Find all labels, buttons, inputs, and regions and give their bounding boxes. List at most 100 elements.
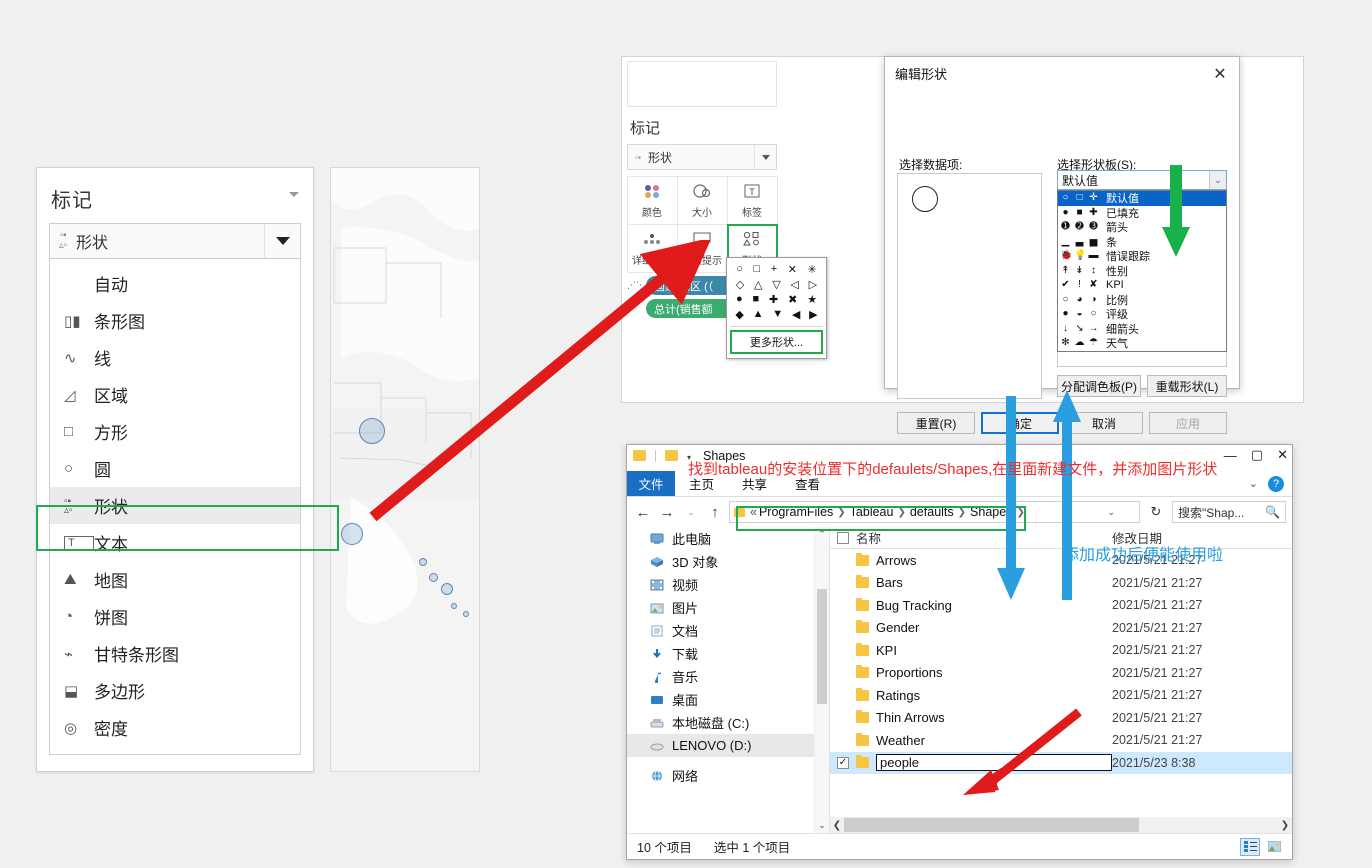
reload-shapes-button[interactable]: 重载形状(L) <box>1147 375 1227 397</box>
tree-item-local-disk-c[interactable]: 本地磁盘 (C:) <box>627 711 829 734</box>
ribbon-tab-share[interactable]: 共享 <box>728 471 781 496</box>
chevron-down-icon[interactable] <box>289 192 299 197</box>
scroll-thumb[interactable] <box>817 589 827 704</box>
shape-row[interactable]: ○ □ + ✕ ✳ <box>727 262 826 277</box>
chevron-down-icon[interactable]: ⌄ <box>1209 171 1226 189</box>
shape-plus-icon[interactable]: + <box>771 263 777 276</box>
table-row[interactable]: Weather 2021/5/21 21:27 <box>830 729 1292 752</box>
shape-asterisk-icon[interactable]: ✳ <box>808 263 817 276</box>
shape-row[interactable]: ◆ ▲ ▼ ◀ ▶ <box>727 307 826 322</box>
shape-filled-plus-icon[interactable]: ✚ <box>769 293 778 306</box>
tree-scrollbar[interactable]: ⌃ ⌄ <box>814 527 829 833</box>
horizontal-scrollbar[interactable]: ❮ ❯ <box>830 817 1292 833</box>
table-row[interactable]: KPI 2021/5/21 21:27 <box>830 639 1292 662</box>
ribbon-tab-view[interactable]: 查看 <box>781 471 834 496</box>
assign-palette-button[interactable]: 分配调色板(P) <box>1057 375 1141 397</box>
palette-option-default[interactable]: ○ □ ✛ 默认值 <box>1058 191 1226 206</box>
breadcrumb[interactable]: « ProgramFiles ❯ Tableau ❯ defaults ❯ Sh… <box>729 501 1140 523</box>
select-arrow[interactable] <box>754 145 776 169</box>
scroll-right-icon[interactable]: ❯ <box>1278 820 1292 831</box>
palette-option-filled[interactable]: ● ■ ✚ 已填充 <box>1058 206 1226 221</box>
menu-item-density[interactable]: ◎ 密度 <box>50 709 300 746</box>
details-view-icon[interactable] <box>1240 837 1260 856</box>
large-icons-view-icon[interactable] <box>1264 838 1284 856</box>
tree-item-videos[interactable]: 视频 <box>627 573 829 596</box>
palette-option-bars[interactable]: ▁ ▃ ▅ 条 <box>1058 235 1226 250</box>
column-header-name[interactable]: 名称 <box>856 528 1112 547</box>
menu-item-pie[interactable]: ◔ 饼图 <box>50 598 300 635</box>
shape-diamond-icon[interactable]: ◇ <box>736 278 744 291</box>
shape-filled-circle-icon[interactable]: ● <box>736 293 743 306</box>
menu-item-shape[interactable]: ▫▪ ▵▫ 形状 <box>50 487 300 524</box>
palette-option-gender[interactable]: ↟ ↡ ↕ 性别 <box>1058 264 1226 279</box>
marks-tooltip-button[interactable]: 工具提示 <box>676 223 728 273</box>
shape-filled-triangle-right-icon[interactable]: ▶ <box>809 308 817 321</box>
shape-row[interactable]: ● ■ ✚ ✖ ★ <box>727 292 826 307</box>
tree-item-music[interactable]: 音乐 <box>627 665 829 688</box>
refresh-icon[interactable]: ↻ <box>1144 504 1168 520</box>
shape-triangle-up-icon[interactable]: △ <box>754 278 762 291</box>
data-item-circle-icon[interactable] <box>912 186 938 212</box>
menu-item-square[interactable]: □ 方形 <box>50 413 300 450</box>
shape-palette-dropdown-list[interactable]: ○ □ ✛ 默认值 ● ■ ✚ 已填充 ➊ ➋ ➌ 箭头 ▁ ▃ ▅ 条 🐞 💡… <box>1057 190 1227 352</box>
close-icon[interactable]: ✕ <box>1209 63 1231 85</box>
shape-filled-triangle-down-icon[interactable]: ▼ <box>772 308 783 321</box>
select-all-checkbox[interactable] <box>830 531 856 544</box>
search-input[interactable]: 搜索"Shap... 🔍 <box>1172 501 1286 523</box>
scroll-down-icon[interactable]: ⌄ <box>815 818 829 833</box>
shape-circle-icon[interactable]: ○ <box>736 263 743 276</box>
palette-option-proportions[interactable]: ○ ◕ ◑ 比例 <box>1058 293 1226 308</box>
minimize-icon[interactable]: — <box>1224 448 1237 463</box>
arrow-up-icon[interactable]: ↑ <box>705 504 725 521</box>
scroll-thumb[interactable] <box>844 818 1140 832</box>
arrow-left-icon[interactable]: ← <box>633 504 653 521</box>
chevron-right-icon[interactable]: ❯ <box>895 507 907 518</box>
tree-item-this-pc[interactable]: 此电脑 <box>627 527 829 550</box>
chevron-right-icon[interactable]: ❯ <box>1014 507 1026 518</box>
palette-option-weather[interactable]: ✻ ☁ ☂ 天气 <box>1058 336 1226 351</box>
tree-item-pictures[interactable]: 图片 <box>627 596 829 619</box>
shape-palette-combobox[interactable]: 默认值 ⌄ <box>1057 170 1227 190</box>
folder-icon[interactable] <box>665 450 678 461</box>
breadcrumb-item-programfiles[interactable]: ProgramFiles <box>759 505 833 519</box>
breadcrumb-item-tableau[interactable]: Tableau <box>850 505 894 519</box>
arrow-right-icon[interactable]: → <box>657 504 677 521</box>
ribbon-tab-home[interactable]: 主页 <box>675 471 728 496</box>
marks-detail-button[interactable]: 详细信息 <box>626 223 678 273</box>
shape-filled-triangle-up-icon[interactable]: ▲ <box>753 308 764 321</box>
reset-button[interactable]: 重置(R) <box>897 412 975 434</box>
tree-item-network[interactable]: 网络 <box>627 764 829 787</box>
chevron-down-icon[interactable]: ▾ <box>687 453 691 462</box>
menu-item-map[interactable]: ⛰ 地图 <box>50 561 300 598</box>
mark-type-select[interactable]: ▫▪ ▵▫ 形状 <box>49 223 301 259</box>
marks-label-button[interactable]: T 标签 <box>726 175 778 225</box>
breadcrumb-item-defaults[interactable]: defaults <box>910 505 954 519</box>
tree-item-downloads[interactable]: 下载 <box>627 642 829 665</box>
close-icon[interactable]: ✕ <box>1277 447 1288 463</box>
palette-option-arrows[interactable]: ➊ ➋ ➌ 箭头 <box>1058 220 1226 235</box>
table-row[interactable]: Ratings 2021/5/21 21:27 <box>830 684 1292 707</box>
chevron-right-icon[interactable]: ❯ <box>835 507 847 518</box>
tree-item-desktop[interactable]: 桌面 <box>627 688 829 711</box>
menu-item-bar[interactable]: ▯▮ 条形图 <box>50 302 300 339</box>
menu-item-line[interactable]: ∿ 线 <box>50 339 300 376</box>
tree-item-lenovo-d[interactable]: LENOVO (D:) <box>627 734 829 757</box>
menu-item-text[interactable]: T 文本 <box>50 524 300 561</box>
file-name-edit-field[interactable]: people <box>876 754 1112 772</box>
ok-button[interactable]: 确定 <box>981 412 1059 434</box>
table-row[interactable]: Gender 2021/5/21 21:27 <box>830 617 1292 640</box>
marks-size-button[interactable]: 大小 <box>676 175 728 225</box>
folder-icon[interactable] <box>633 450 646 461</box>
table-row[interactable]: Thin Arrows 2021/5/21 21:27 <box>830 707 1292 730</box>
shape-filled-square-icon[interactable]: ■ <box>752 293 759 306</box>
menu-item-circle[interactable]: ○ 圆 <box>50 450 300 487</box>
chevron-down-icon[interactable]: ⌄ <box>1249 477 1258 490</box>
shape-square-icon[interactable]: □ <box>754 263 761 276</box>
chevron-down-icon[interactable]: ⌄ <box>681 507 701 518</box>
shape-filled-diamond-icon[interactable]: ◆ <box>735 308 743 321</box>
shape-triangle-right-icon[interactable]: ▷ <box>809 278 817 291</box>
marks-mark-type-select[interactable]: ▫▪ 形状 <box>627 144 777 170</box>
table-row[interactable]: Proportions 2021/5/21 21:27 <box>830 662 1292 685</box>
shape-filled-x-icon[interactable]: ✖ <box>788 293 797 306</box>
palette-option-thin-arrows[interactable]: ↓ ↘ → 细箭头 <box>1058 322 1226 337</box>
